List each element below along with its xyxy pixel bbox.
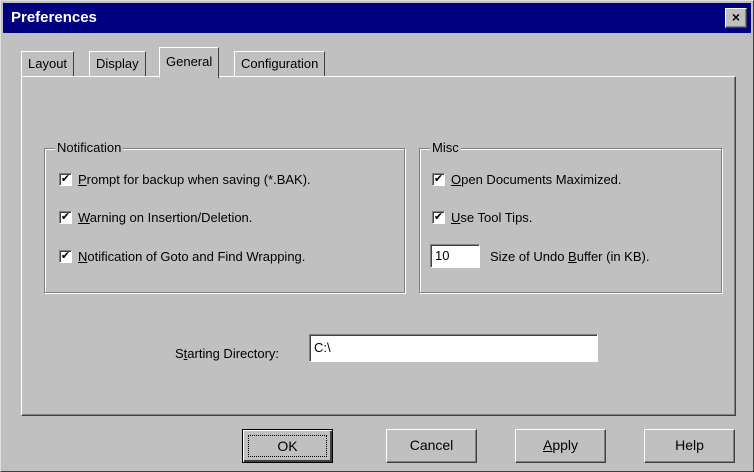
checkmark-icon: ✔ [60, 250, 71, 262]
close-button[interactable]: × [725, 8, 747, 28]
apply-button-label: Apply [542, 437, 579, 453]
dialog-title: Preferences [11, 9, 97, 26]
tab-layout[interactable]: Layout [21, 51, 75, 76]
title-bar[interactable]: Preferences × [3, 3, 751, 33]
checkbox-box[interactable]: ✔ [59, 173, 72, 186]
checkmark-icon: ✔ [433, 211, 444, 223]
ok-button-label: OK [277, 438, 298, 454]
checkbox-label: Prompt for backup when saving (*.BAK). [78, 172, 311, 187]
tab-label: Configuration [241, 56, 319, 71]
notification-group: Notification ✔ Prompt for backup when sa… [44, 140, 405, 293]
checkbox-box[interactable]: ✔ [432, 211, 445, 224]
starting-directory-label: Starting Directory: [175, 346, 280, 361]
notification-group-legend: Notification [55, 140, 124, 155]
tab-label: Layout [28, 56, 68, 71]
cancel-button-label: Cancel [409, 437, 454, 453]
general-tab-panel: Notification ✔ Prompt for backup when sa… [21, 76, 736, 416]
checkbox-box[interactable]: ✔ [59, 250, 72, 263]
tab-label: Display [96, 56, 139, 71]
tab-display[interactable]: Display [89, 51, 146, 76]
checkbox-label: Use Tool Tips. [451, 210, 533, 225]
checkmark-icon: ✔ [60, 173, 71, 185]
tab-general[interactable]: General [159, 47, 220, 78]
undo-buffer-label: Size of Undo Buffer (in KB). [490, 249, 650, 264]
checkbox-label: Open Documents Maximized. [451, 172, 622, 187]
tab-configuration[interactable]: Configuration [234, 51, 326, 76]
checkbox-box[interactable]: ✔ [432, 173, 445, 186]
checkmark-icon: ✔ [60, 211, 71, 223]
help-button-label: Help [675, 437, 704, 453]
preferences-dialog: Preferences × Layout Display General Con… [0, 0, 754, 472]
checkmark-icon: ✔ [433, 173, 444, 185]
starting-directory-input[interactable]: C:\ [309, 334, 598, 362]
focus-rectangle: OK [248, 435, 327, 457]
misc-group-legend: Misc [430, 140, 461, 155]
checkbox-label: Notification of Goto and Find Wrapping. [78, 249, 306, 264]
close-icon: × [731, 9, 741, 25]
undo-buffer-size-input[interactable]: 10 [430, 244, 480, 268]
cancel-button[interactable]: Cancel [386, 429, 477, 463]
tab-label: General [166, 54, 213, 69]
help-button[interactable]: Help [644, 429, 735, 463]
apply-button[interactable]: Apply [515, 429, 606, 463]
misc-group: Misc ✔ Open Documents Maximized. ✔ Use T… [419, 140, 722, 293]
checkbox-box[interactable]: ✔ [59, 211, 72, 224]
ok-button[interactable]: OK [242, 429, 333, 463]
checkbox-label: Warning on Insertion/Deletion. [78, 210, 253, 225]
